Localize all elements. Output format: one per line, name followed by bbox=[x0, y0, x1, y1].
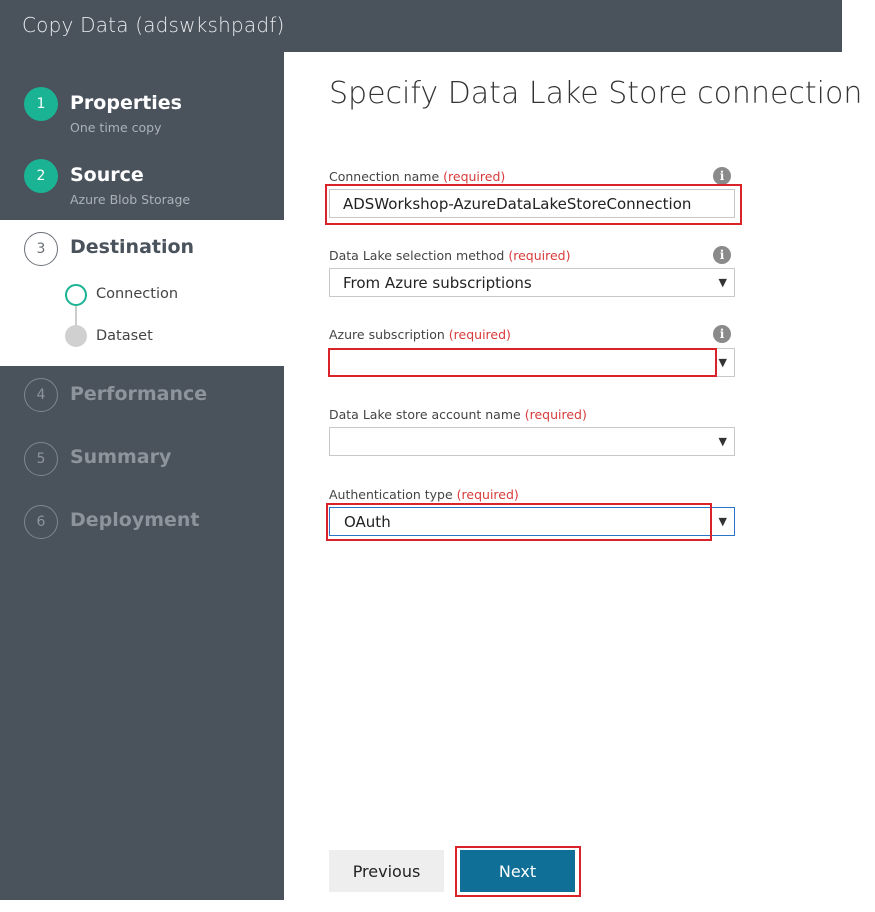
step-pending-icon: 4 bbox=[24, 378, 58, 412]
selection-method-label: Data Lake selection method (required) bbox=[329, 248, 570, 263]
label-text: Connection name bbox=[329, 169, 440, 184]
connection-name-label: Connection name (required) bbox=[329, 169, 505, 184]
required-marker: (required) bbox=[508, 248, 571, 263]
step-number: 3 bbox=[36, 241, 46, 257]
highlight-box bbox=[328, 348, 717, 377]
highlight-box bbox=[455, 846, 581, 897]
title-bar: Copy Data (adswkshpadf) bbox=[0, 0, 842, 52]
subscription-label: Azure subscription (required) bbox=[329, 327, 511, 342]
account-name-label: Data Lake store account name (required) bbox=[329, 407, 587, 422]
substep-pending-icon bbox=[65, 325, 87, 347]
highlight-box bbox=[325, 184, 742, 225]
info-icon[interactable]: i bbox=[713, 167, 731, 185]
step-number: 2 bbox=[36, 168, 46, 184]
substep-current-icon bbox=[65, 284, 87, 306]
substep-connection[interactable]: Connection bbox=[96, 286, 178, 302]
selection-method-select[interactable]: From Azure subscriptions ▼ bbox=[329, 268, 735, 297]
window-title: Copy Data (adswkshpadf) bbox=[22, 13, 285, 37]
info-icon[interactable]: i bbox=[713, 246, 731, 264]
dropdown-arrow-icon: ▼ bbox=[718, 276, 727, 289]
step-pending-icon: 5 bbox=[24, 442, 58, 476]
step-subtitle: Azure Blob Storage bbox=[70, 192, 191, 207]
required-marker: (required) bbox=[443, 169, 506, 184]
step-pending-icon: 6 bbox=[24, 505, 58, 539]
auth-type-label: Authentication type (required) bbox=[329, 487, 519, 502]
info-icon[interactable]: i bbox=[713, 325, 731, 343]
dropdown-arrow-icon: ▼ bbox=[718, 435, 727, 448]
step-complete-icon: 2 bbox=[24, 159, 58, 193]
substep-connector bbox=[75, 306, 77, 326]
label-text: Azure subscription bbox=[329, 327, 445, 342]
required-marker: (required) bbox=[448, 327, 511, 342]
step-title: Deployment bbox=[70, 509, 200, 531]
step-title: Source bbox=[70, 164, 144, 186]
substep-dataset[interactable]: Dataset bbox=[96, 328, 153, 344]
info-glyph: i bbox=[719, 248, 725, 262]
required-marker: (required) bbox=[456, 487, 519, 502]
step-title: Destination bbox=[70, 236, 195, 258]
step-title: Performance bbox=[70, 383, 208, 405]
step-subtitle: One time copy bbox=[70, 120, 162, 135]
account-name-select[interactable]: ▼ bbox=[329, 427, 735, 456]
label-text: Authentication type bbox=[329, 487, 453, 502]
step-title: Summary bbox=[70, 446, 172, 468]
step-number: 6 bbox=[36, 514, 46, 530]
label-text: Data Lake selection method bbox=[329, 248, 505, 263]
highlight-box bbox=[326, 503, 712, 541]
dropdown-arrow-icon: ▼ bbox=[718, 515, 727, 528]
step-number: 5 bbox=[36, 451, 46, 467]
previous-button[interactable]: Previous bbox=[329, 850, 444, 892]
label-text: Data Lake store account name bbox=[329, 407, 521, 422]
step-title: Properties bbox=[70, 92, 182, 114]
select-value: From Azure subscriptions bbox=[343, 274, 532, 292]
step-complete-icon: 1 bbox=[24, 87, 58, 121]
dropdown-arrow-icon: ▼ bbox=[718, 356, 727, 369]
step-number: 1 bbox=[36, 96, 46, 112]
info-glyph: i bbox=[719, 169, 725, 183]
step-number: 4 bbox=[36, 387, 46, 403]
info-glyph: i bbox=[719, 327, 725, 341]
required-marker: (required) bbox=[524, 407, 587, 422]
page-title: Specify Data Lake Store connection bbox=[329, 76, 863, 111]
step-current-icon: 3 bbox=[24, 232, 58, 266]
